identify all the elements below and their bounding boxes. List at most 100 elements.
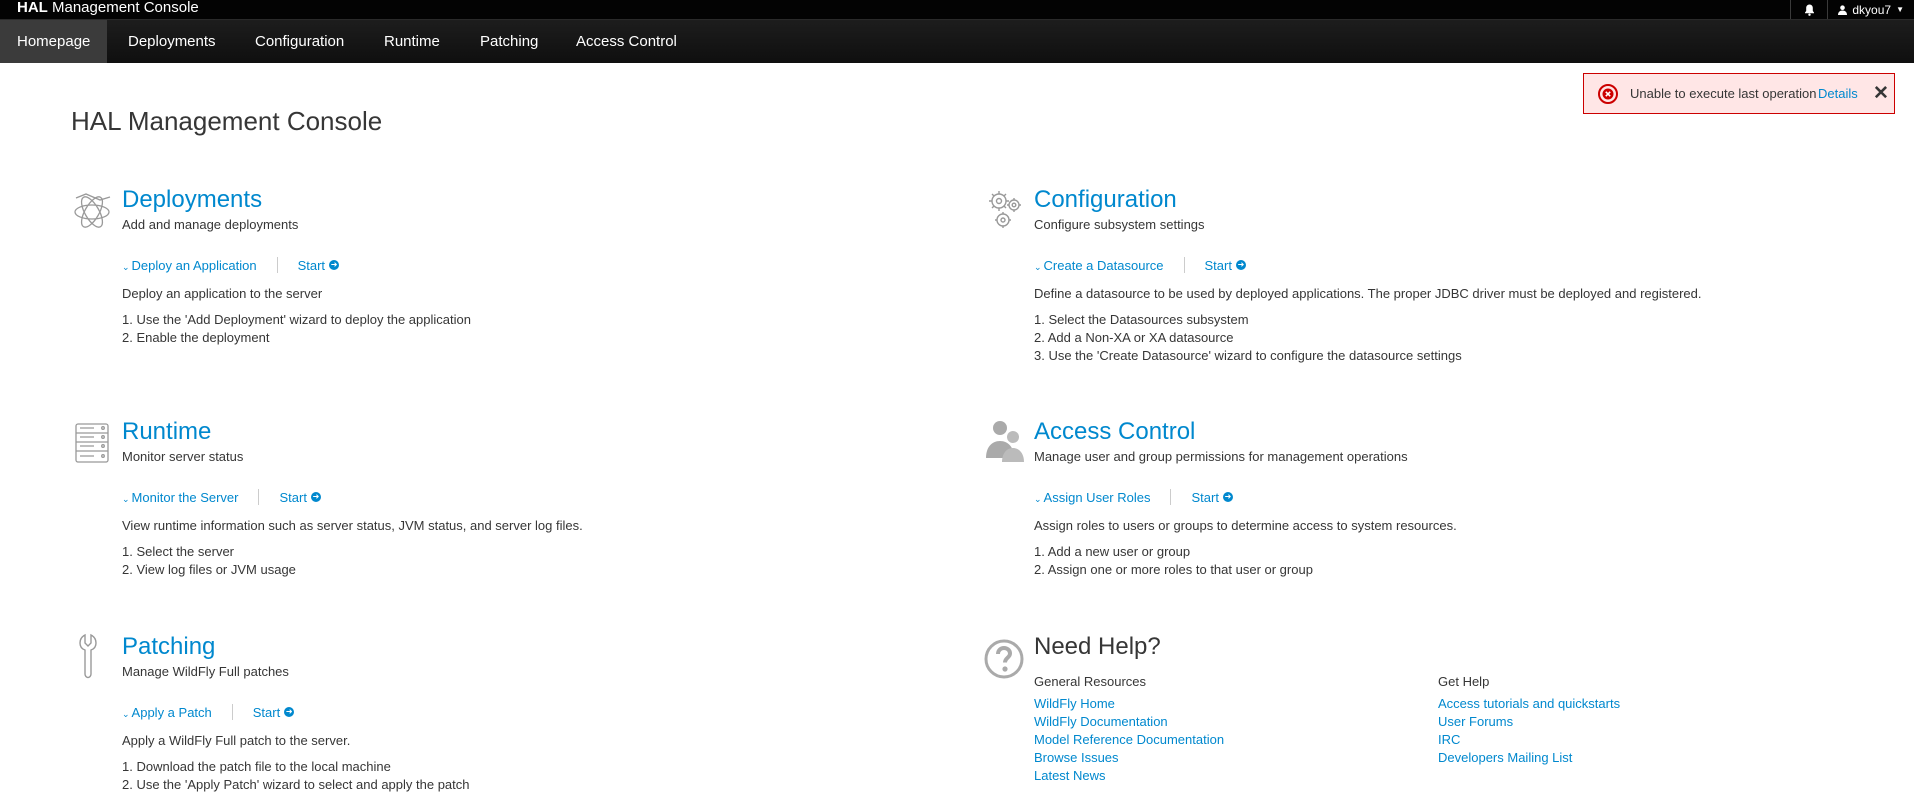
brand-logo[interactable]: HAL Management Console xyxy=(17,0,199,15)
start-label: Start xyxy=(252,704,281,720)
masthead: HAL Management Console dkyou7 ▼ xyxy=(0,0,1914,19)
nav-configuration[interactable]: Configuration xyxy=(238,20,361,63)
nav-homepage[interactable]: Homepage xyxy=(0,20,108,63)
start-label: Start xyxy=(279,489,307,505)
divider xyxy=(1183,257,1185,273)
chevron-down-icon: ⌄ xyxy=(122,493,130,504)
toast-details-link[interactable]: Details xyxy=(1818,86,1858,101)
section-subtitle: Monitor server status xyxy=(122,449,244,464)
nav-deployments[interactable]: Deployments xyxy=(111,20,233,63)
wrench-icon xyxy=(79,633,97,679)
action-label: Monitor the Server xyxy=(131,489,239,505)
section-title[interactable]: Configuration xyxy=(1034,186,1914,214)
error-circle-icon xyxy=(1598,84,1618,104)
action-label: Assign User Roles xyxy=(1043,489,1151,505)
arrow-circle-right-icon: ➜ xyxy=(284,707,295,717)
start-patch-button[interactable]: Start ➜ xyxy=(252,704,295,720)
step: 1. Add a new user or group xyxy=(1034,544,1191,559)
chevron-down-icon: ⌄ xyxy=(1034,261,1042,272)
notifications-button[interactable] xyxy=(1791,0,1827,19)
nav-runtime[interactable]: Runtime xyxy=(367,20,457,63)
section-subtitle: Add and manage deployments xyxy=(122,217,299,232)
start-deploy-button[interactable]: Start ➜ xyxy=(297,257,340,273)
chevron-down-icon: ▼ xyxy=(1896,5,1904,14)
start-label: Start xyxy=(1191,489,1219,505)
general-resources: General Resources WildFly Home WildFly D… xyxy=(1034,673,1438,785)
nav-patching[interactable]: Patching xyxy=(463,20,555,63)
step: 2. Add a Non-XA or XA datasource xyxy=(1034,330,1234,345)
chevron-down-icon: ⌄ xyxy=(122,708,130,719)
steps-list: 1. Select the Datasources subsystem 2. A… xyxy=(1034,311,1914,365)
user-menu[interactable]: dkyou7 ▼ xyxy=(1828,0,1914,19)
step: 1. Select the Datasources subsystem xyxy=(1034,312,1249,327)
help-title: Need Help? xyxy=(1034,633,1161,660)
section-title[interactable]: Deployments xyxy=(122,186,922,214)
link-user-forums[interactable]: User Forums xyxy=(1438,713,1842,731)
section-description: Assign roles to users or groups to deter… xyxy=(1034,518,1457,533)
toast-message: Unable to execute last operation xyxy=(1630,86,1817,101)
section-title[interactable]: Runtime xyxy=(122,418,922,446)
get-help-heading: Get Help xyxy=(1438,674,1490,689)
step: 2. Use the 'Apply Patch' wizard to selec… xyxy=(122,777,470,792)
close-icon[interactable]: ✕ xyxy=(1873,84,1889,103)
step: 2. Enable the deployment xyxy=(122,330,270,345)
arrow-circle-right-icon: ➜ xyxy=(329,260,340,270)
section-subtitle: Configure subsystem settings xyxy=(1034,217,1205,232)
chevron-down-icon: ⌄ xyxy=(1034,493,1042,504)
section-description: Apply a WildFly Full patch to the server… xyxy=(122,733,351,748)
step: 2. Assign one or more roles to that user… xyxy=(1034,562,1313,577)
arrow-circle-right-icon: ➜ xyxy=(1235,260,1246,270)
section-subtitle: Manage WildFly Full patches xyxy=(122,664,289,679)
section-subtitle: Manage user and group permissions for ma… xyxy=(1034,449,1408,464)
step: 1. Download the patch file to the local … xyxy=(122,759,391,774)
gears-icon xyxy=(989,191,1021,228)
section-description: Define a datasource to be used by deploy… xyxy=(1034,286,1702,301)
link-browse-issues[interactable]: Browse Issues xyxy=(1034,749,1438,767)
question-circle-icon xyxy=(984,639,1024,679)
section-title[interactable]: Patching xyxy=(122,633,922,661)
users-icon xyxy=(986,421,1024,462)
section-description: Deploy an application to the server xyxy=(122,286,323,301)
nav-access-control[interactable]: Access Control xyxy=(559,20,694,63)
apply-patch-toggle[interactable]: ⌄ Apply a Patch xyxy=(122,705,212,720)
server-rack-icon xyxy=(75,423,109,463)
link-latest-news[interactable]: Latest News xyxy=(1034,767,1438,785)
divider xyxy=(276,257,278,273)
monitor-server-toggle[interactable]: ⌄ Monitor the Server xyxy=(122,490,238,505)
step: 1. Use the 'Add Deployment' wizard to de… xyxy=(122,312,471,327)
link-model-reference[interactable]: Model Reference Documentation xyxy=(1034,731,1438,749)
steps-list: 1. Download the patch file to the local … xyxy=(122,758,922,794)
general-resources-heading: General Resources xyxy=(1034,674,1146,689)
link-mailing-list[interactable]: Developers Mailing List xyxy=(1438,749,1842,767)
start-datasource-button[interactable]: Start ➜ xyxy=(1205,258,1246,273)
start-label: Start xyxy=(297,257,326,273)
username: dkyou7 xyxy=(1852,2,1892,17)
start-label: Start xyxy=(1204,257,1232,273)
assign-user-roles-toggle[interactable]: ⌄ Assign User Roles xyxy=(1034,490,1150,505)
steps-list: 1. Use the 'Add Deployment' wizard to de… xyxy=(122,311,922,347)
start-monitor-button[interactable]: Start ➜ xyxy=(279,489,321,505)
steps-list: 1. Add a new user or group 2. Assign one… xyxy=(1034,543,1834,579)
deploy-application-toggle[interactable]: ⌄ Deploy an Application xyxy=(122,258,257,273)
section-title[interactable]: Access Control xyxy=(1034,418,1834,446)
arrow-circle-right-icon: ➜ xyxy=(1222,492,1233,502)
link-irc[interactable]: IRC xyxy=(1438,731,1842,749)
step: 2. View log files or JVM usage xyxy=(122,562,296,577)
link-tutorials[interactable]: Access tutorials and quickstarts xyxy=(1438,695,1842,713)
steps-list: 1. Select the server 2. View log files o… xyxy=(122,543,922,579)
link-wildfly-home[interactable]: WildFly Home xyxy=(1034,695,1438,713)
link-wildfly-documentation[interactable]: WildFly Documentation xyxy=(1034,713,1438,731)
action-label: Create a Datasource xyxy=(1043,257,1164,273)
bell-icon xyxy=(1804,4,1814,16)
divider xyxy=(1170,489,1172,505)
action-label: Apply a Patch xyxy=(131,704,212,720)
divider xyxy=(231,704,233,720)
get-help: Get Help Access tutorials and quickstart… xyxy=(1438,673,1842,785)
arrow-circle-right-icon: ➜ xyxy=(310,492,321,502)
user-icon xyxy=(1838,4,1848,15)
create-datasource-toggle[interactable]: ⌄ Create a Datasource xyxy=(1034,258,1164,273)
step: 3. Use the 'Create Datasource' wizard to… xyxy=(1034,348,1462,363)
deployments-icon xyxy=(74,193,111,228)
action-label: Deploy an Application xyxy=(131,257,257,273)
start-roles-button[interactable]: Start ➜ xyxy=(1191,489,1233,505)
